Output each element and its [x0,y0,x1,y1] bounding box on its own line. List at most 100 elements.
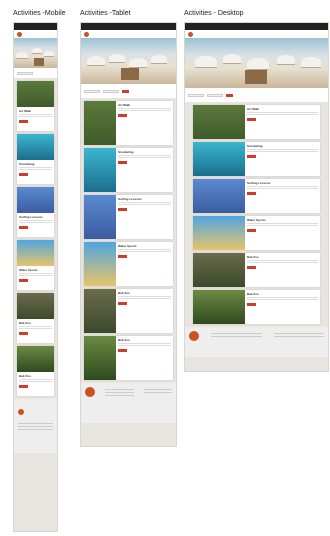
book-button[interactable] [247,118,256,121]
book-button[interactable] [19,385,28,388]
activity-title: Surfing Lessons [118,197,142,201]
filter-bar[interactable] [14,68,57,78]
activity-card[interactable]: Surfing Lessons [84,195,173,239]
activity-image [193,142,245,176]
activity-title: Bali Zoo [247,292,259,296]
desktop-frame: Art Walk Snorkeling Surfing Lessons Wate… [184,22,329,372]
activity-card[interactable]: Water Sports [193,216,320,250]
activity-image [193,253,245,287]
activity-card[interactable]: Bali Zoo [193,290,320,324]
book-button[interactable] [19,226,28,229]
activity-title: Bali Zoo [247,255,259,259]
activity-title: Water Sports [118,244,137,248]
activity-card[interactable]: Bali Zoo [84,289,173,333]
footer [185,327,328,357]
top-nav [185,23,328,30]
activity-title: Surfing Lessons [247,181,271,185]
activity-image [84,148,116,192]
activity-image [193,179,245,213]
activity-card[interactable]: Bali Zoo [17,346,54,396]
activity-title: Water Sports [19,268,38,272]
book-button[interactable] [19,173,28,176]
book-button[interactable] [247,155,256,158]
book-button[interactable] [247,266,256,269]
filter-select[interactable] [103,89,119,93]
mobile-frame: Art Walk Snorkeling Surfing Lessons Wate… [13,22,58,532]
umbrella [32,48,42,53]
filter-select[interactable] [207,93,223,97]
activity-image [17,187,54,213]
activity-title: Snorkeling [118,150,134,154]
book-button[interactable] [19,120,28,123]
activity-card[interactable]: Water Sports [17,240,54,290]
activity-image [84,336,116,380]
activity-card[interactable]: Bali Zoo [84,336,173,380]
logo-bar[interactable] [185,30,328,38]
activity-image [193,105,245,139]
activity-image [17,81,54,107]
brand-logo-icon[interactable] [17,31,22,37]
activity-image [193,216,245,250]
activity-image [193,290,245,324]
top-nav [14,23,57,30]
activity-card[interactable]: Snorkeling [84,148,173,192]
hut [34,58,44,66]
activity-title: Bali Zoo [118,291,130,295]
book-button[interactable] [118,302,127,305]
book-button[interactable] [19,279,28,282]
activity-image [84,289,116,333]
footer-logo-icon [85,387,95,397]
tablet-column-title: Activities -Tablet [80,10,131,17]
book-button[interactable] [247,192,256,195]
book-button[interactable] [118,161,127,164]
book-button[interactable] [118,114,127,117]
activity-image [84,195,116,239]
activity-card[interactable]: Art Walk [193,105,320,139]
hero-image [185,38,328,88]
book-button[interactable] [118,255,127,258]
activity-image [84,101,116,145]
book-button[interactable] [118,208,127,211]
activity-card[interactable]: Bali Zoo [193,253,320,287]
filter-bar[interactable] [81,84,176,98]
brand-logo-icon[interactable] [84,31,89,37]
activity-title: Art Walk [118,103,131,107]
activity-image [17,240,54,266]
activity-card[interactable]: Snorkeling [17,134,54,184]
activity-image [17,134,54,160]
activity-title: Surfing Lessons [19,215,43,219]
activity-title: Water Sports [247,218,266,222]
filter-button[interactable] [226,93,233,97]
logo-bar[interactable] [14,30,57,38]
filter-bar[interactable] [185,88,328,102]
book-button[interactable] [19,332,28,335]
activity-image [17,293,54,319]
activity-card[interactable]: Snorkeling [193,142,320,176]
book-button[interactable] [247,229,256,232]
logo-bar[interactable] [81,30,176,38]
filter-select[interactable] [84,89,100,93]
brand-logo-icon[interactable] [188,31,193,37]
umbrella [16,52,28,58]
activity-card[interactable]: Surfing Lessons [17,187,54,237]
filter-select[interactable] [17,71,33,75]
activity-card[interactable]: Art Walk [17,81,54,131]
activity-card[interactable]: Art Walk [84,101,173,145]
hero-image [14,38,57,68]
footer-logo-icon [189,331,199,341]
activity-image [84,242,116,286]
footer [14,399,57,453]
tablet-frame: Art Walk Snorkeling Surfing Lessons Wate… [80,22,177,447]
activity-title: Art Walk [247,107,260,111]
book-button[interactable] [118,349,127,352]
activity-card[interactable]: Water Sports [84,242,173,286]
book-button[interactable] [247,303,256,306]
hero-image [81,38,176,84]
activity-card[interactable]: Bali Zoo [17,293,54,343]
activity-title: Bali Zoo [19,321,31,325]
filter-select[interactable] [188,93,204,97]
mobile-column-title: Activities -Mobile [13,10,66,17]
activity-card[interactable]: Surfing Lessons [193,179,320,213]
filter-button[interactable] [122,89,129,93]
activity-title: Bali Zoo [118,338,130,342]
